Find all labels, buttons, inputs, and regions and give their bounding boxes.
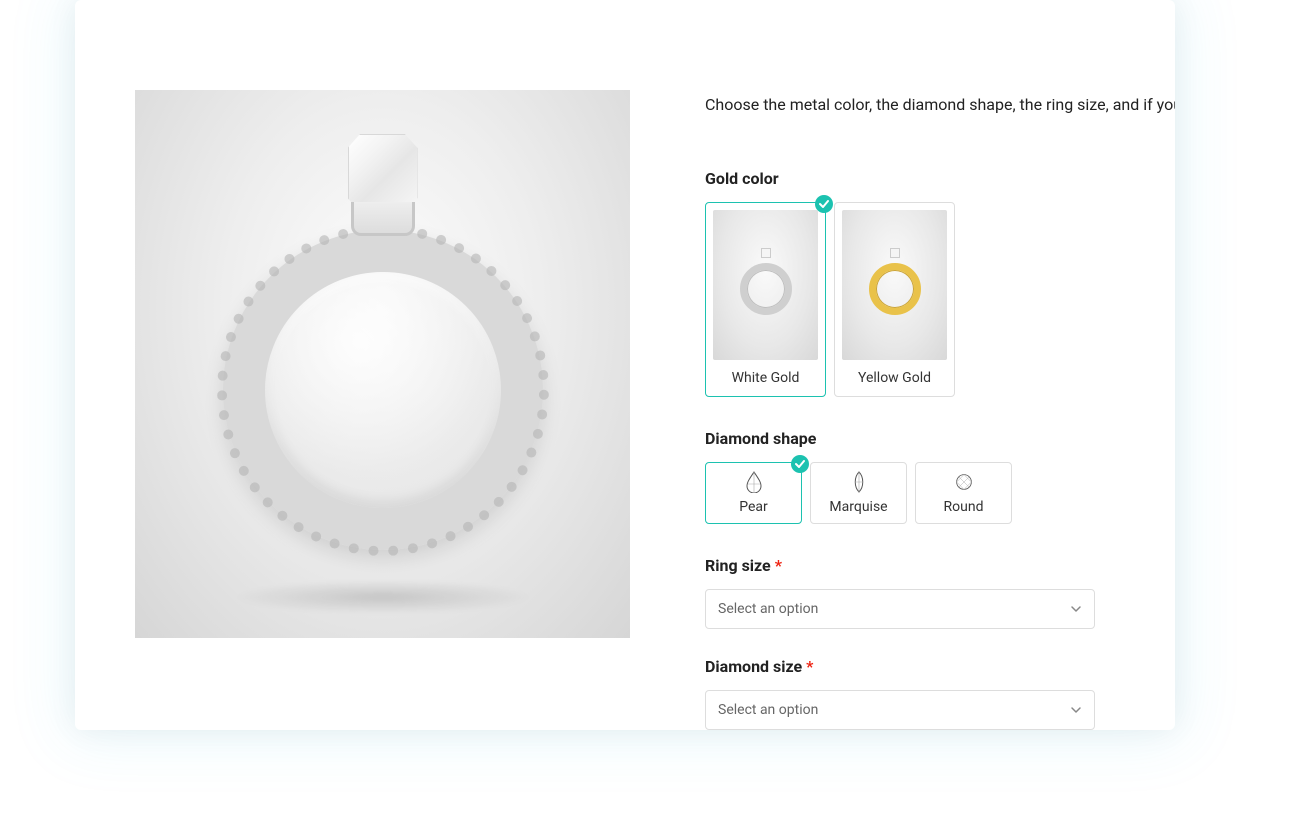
required-asterisk: * <box>775 556 782 575</box>
diamond-shape-option-pear[interactable]: Pear <box>705 462 802 524</box>
product-config-card: Choose the metal color, the diamond shap… <box>75 0 1175 730</box>
diamond-shape-option-round[interactable]: Round <box>915 462 1012 524</box>
gold-color-options: White Gold Yellow Gold <box>705 202 1175 397</box>
select-placeholder: Select an option <box>718 601 818 617</box>
pear-icon <box>745 471 763 493</box>
product-description: Choose the metal color, the diamond shap… <box>705 95 1175 114</box>
diamond-shape-options: Pear Marquise Round <box>705 462 1175 524</box>
round-icon <box>955 471 973 493</box>
select-placeholder: Select an option <box>718 702 818 718</box>
check-icon <box>791 455 809 473</box>
swatch-label: Yellow Gold <box>858 370 931 386</box>
ring-size-select[interactable]: Select an option <box>705 589 1095 629</box>
ring-illustration <box>193 154 573 534</box>
diamond-size-select[interactable]: Select an option <box>705 690 1095 730</box>
gold-color-label: Gold color <box>705 169 1175 188</box>
shape-label: Marquise <box>829 499 887 515</box>
required-asterisk: * <box>806 657 813 676</box>
ring-size-label: Ring size* <box>705 556 1175 575</box>
chevron-down-icon <box>1070 603 1082 615</box>
diamond-shape-label: Diamond shape <box>705 429 1175 448</box>
diamond-shape-option-marquise[interactable]: Marquise <box>810 462 907 524</box>
gold-color-option-yellow[interactable]: Yellow Gold <box>834 202 955 397</box>
chevron-down-icon <box>1070 704 1082 716</box>
shape-label: Pear <box>739 499 768 515</box>
gold-color-option-white[interactable]: White Gold <box>705 202 826 397</box>
marquise-icon <box>850 471 868 493</box>
swatch-label: White Gold <box>732 370 800 386</box>
swatch-image-white-gold <box>713 210 818 360</box>
product-image <box>135 90 630 638</box>
shape-label: Round <box>944 499 984 515</box>
check-icon <box>815 195 833 213</box>
diamond-size-label: Diamond size* <box>705 657 1175 676</box>
swatch-image-yellow-gold <box>842 210 947 360</box>
